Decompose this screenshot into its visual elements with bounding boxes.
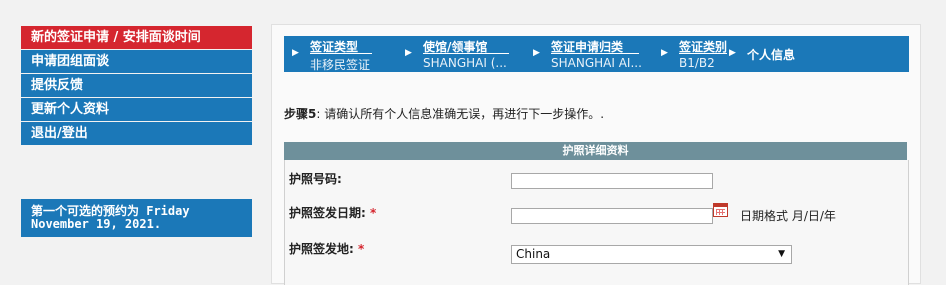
step-value: 非移民签证	[310, 58, 371, 72]
instruction-step: 步骤5	[284, 107, 317, 121]
issue-date-label: 护照签发日期: *	[289, 206, 377, 220]
step-arrow-icon: ▶	[292, 48, 299, 58]
main-panel: ▶ 签证类型 非移民签证 ▶ 使馆/领事馆 SHANGHAI (... ▶ 签证…	[271, 24, 921, 285]
step-value: B1/B2	[679, 56, 715, 70]
step-arrow-icon: ▶	[661, 48, 668, 58]
step-value: SHANGHAI AI...	[551, 56, 642, 70]
sidebar-item-update-profile[interactable]: 更新个人资料	[21, 98, 252, 121]
issue-place-select[interactable]: China ▼	[511, 245, 792, 264]
passport-section-header: 护照详细资料	[284, 142, 907, 160]
step-progress-bar: ▶ 签证类型 非移民签证 ▶ 使馆/领事馆 SHANGHAI (... ▶ 签证…	[284, 36, 909, 72]
step-arrow-icon: ▶	[729, 48, 736, 58]
issue-place-selected: China	[516, 247, 551, 261]
first-appointment-notice: 第一个可选的预约为 Friday November 19, 2021.	[21, 199, 252, 237]
step-arrow-icon: ▶	[405, 48, 412, 58]
step-value: SHANGHAI (...	[423, 56, 507, 70]
passport-number-label: 护照号码:	[289, 172, 342, 186]
chevron-down-icon: ▼	[778, 249, 785, 259]
sidebar-nav: 新的签证申请 / 安排面谈时间 申请团组面谈 提供反馈 更新个人资料 退出/登出	[21, 26, 252, 146]
instruction-text: : 请确认所有个人信息准确无误，再进行下一步操作。.	[316, 107, 605, 121]
date-format-hint: 日期格式 月/日/年	[740, 209, 836, 223]
sidebar-item-group-interview[interactable]: 申请团组面谈	[21, 50, 252, 73]
passport-number-input[interactable]	[511, 173, 713, 189]
sidebar-item-feedback[interactable]: 提供反馈	[21, 74, 252, 97]
sidebar-item-new-application[interactable]: 新的签证申请 / 安排面谈时间	[21, 26, 252, 49]
sidebar-item-logout[interactable]: 退出/登出	[21, 122, 252, 145]
required-mark: *	[358, 242, 365, 256]
step-arrow-icon: ▶	[533, 48, 540, 58]
calendar-icon[interactable]	[713, 203, 728, 217]
required-mark: *	[370, 206, 377, 220]
issue-date-input[interactable]	[511, 208, 713, 224]
step-label: 个人信息	[747, 48, 796, 62]
issue-place-label: 护照签发地: *	[289, 242, 365, 256]
step-instruction: 步骤5: 请确认所有个人信息准确无误，再进行下一步操作。.	[284, 105, 604, 122]
passport-form: 护照号码: 护照签发日期: * 日期格式 月/日/年 护照签发地: * Chin…	[284, 160, 909, 285]
